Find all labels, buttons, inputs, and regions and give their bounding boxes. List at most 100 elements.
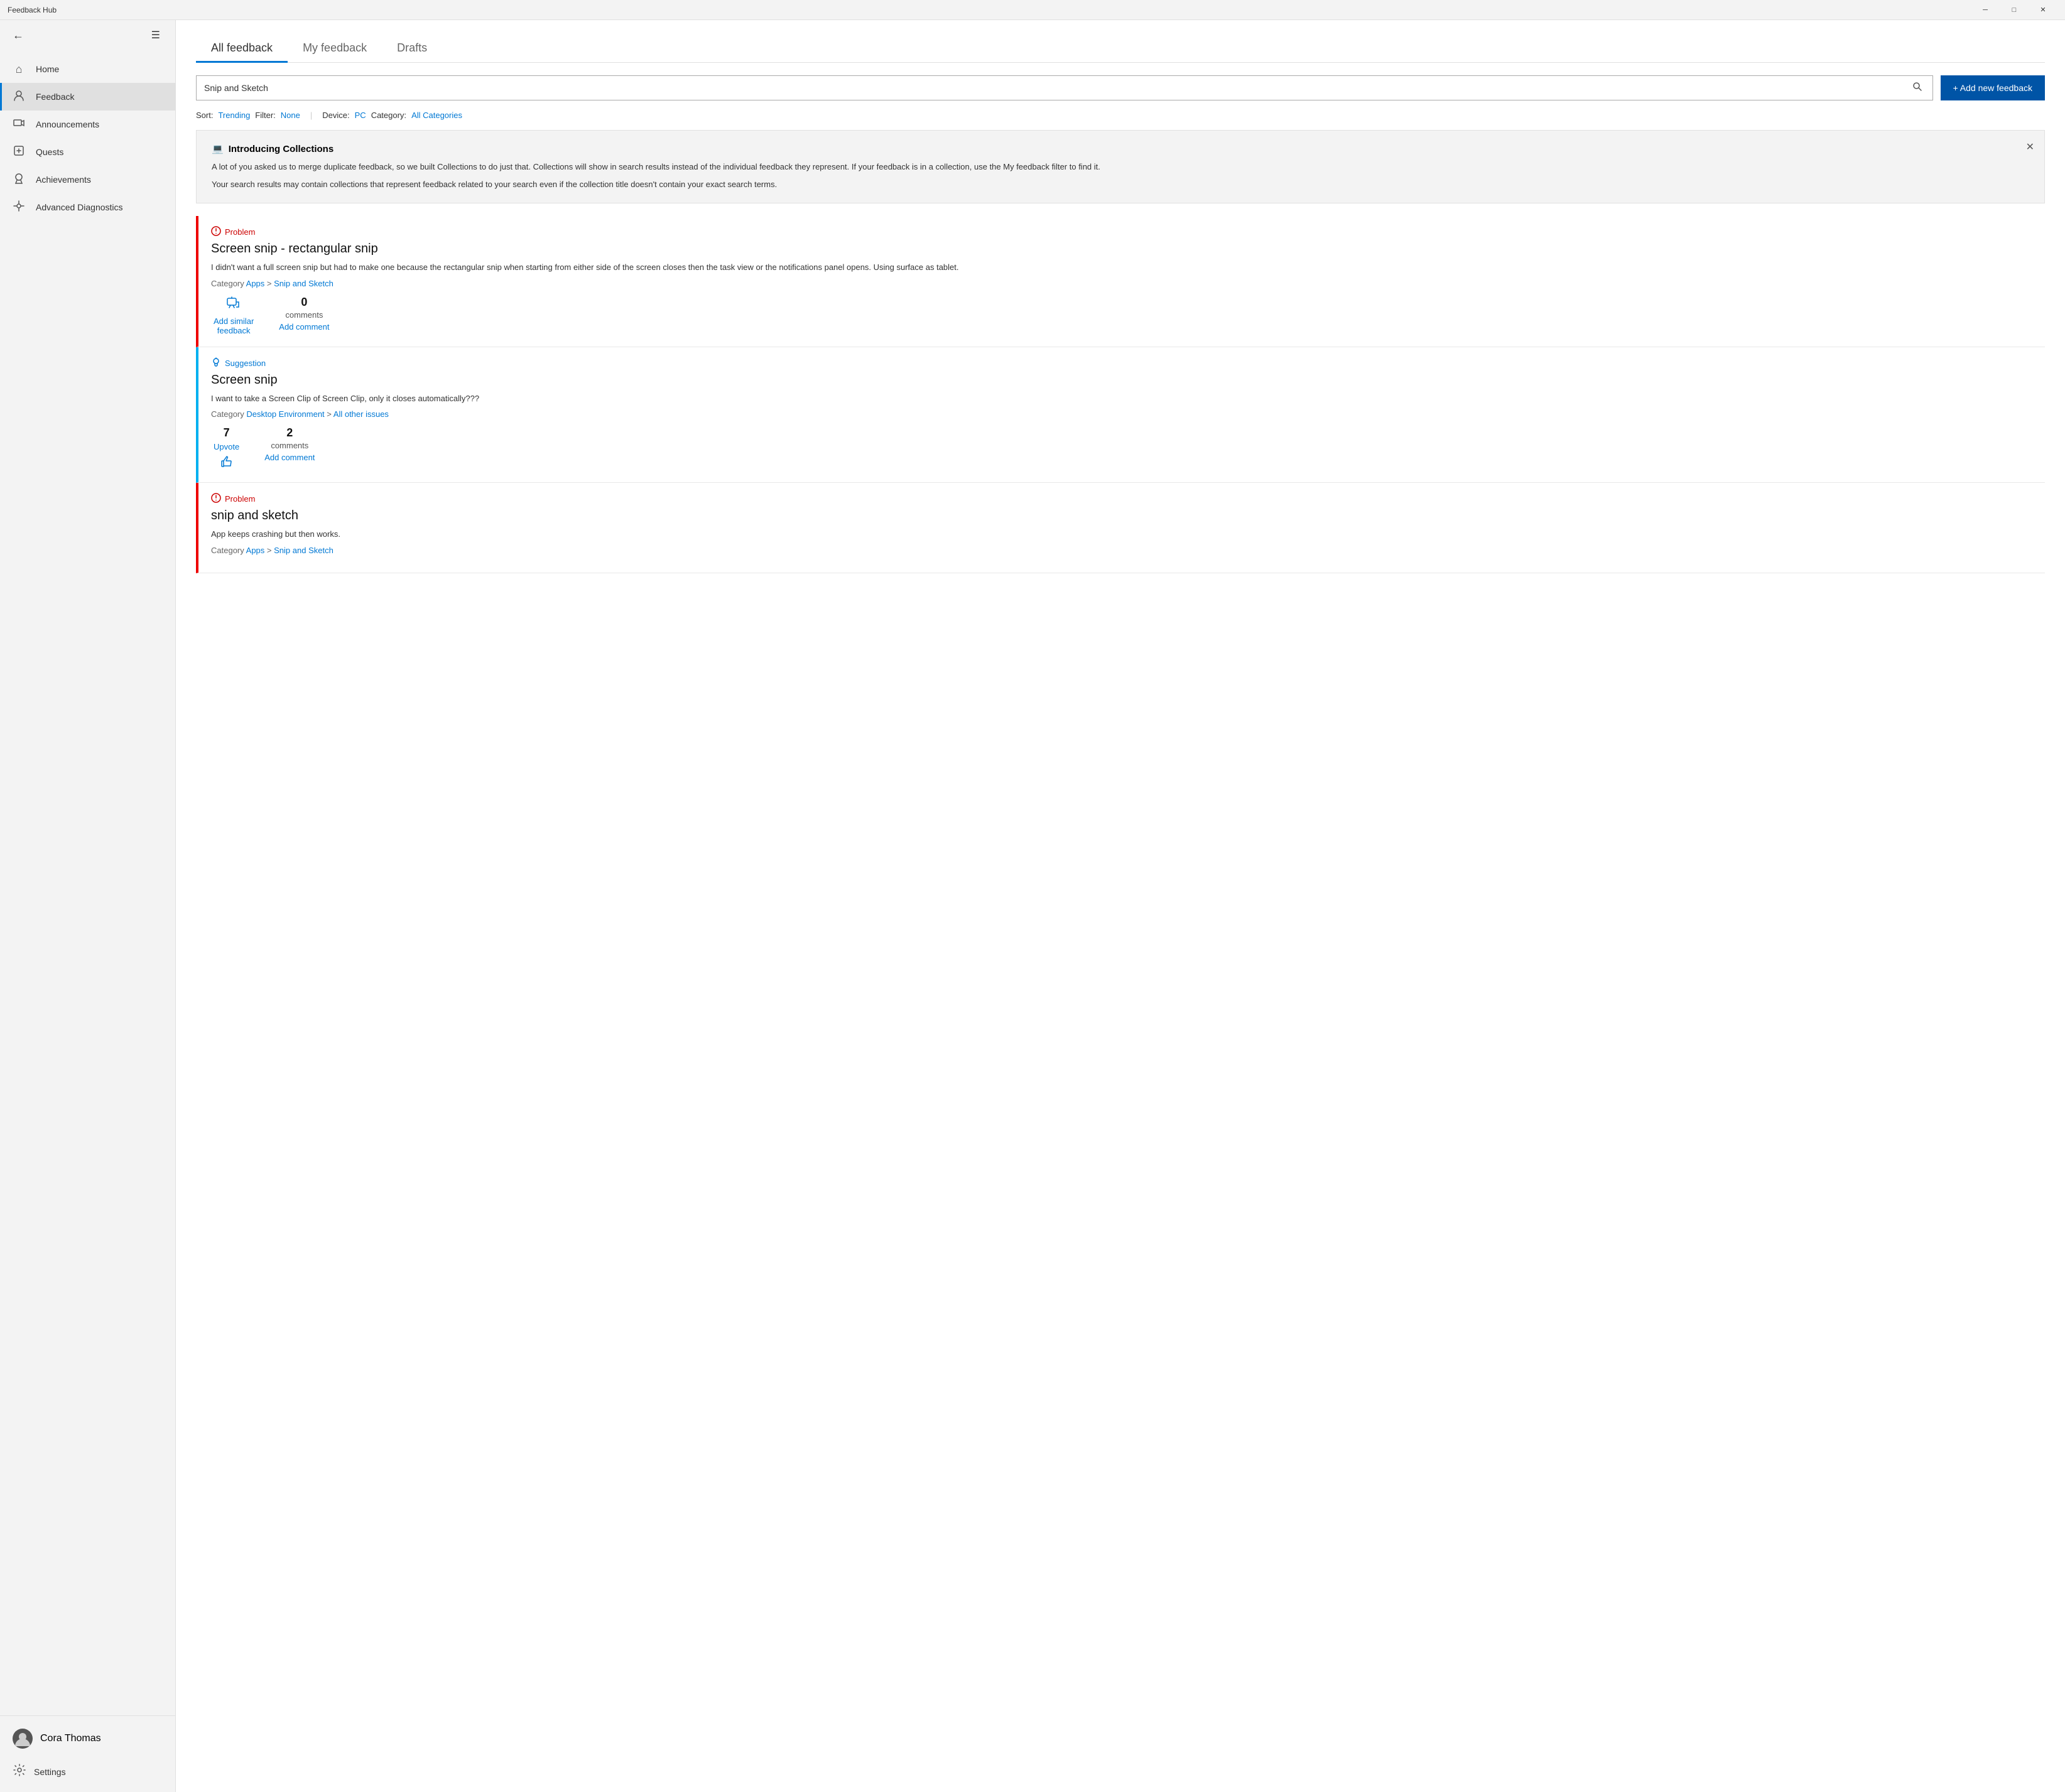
banner-close-button[interactable]: ✕ (2024, 138, 2037, 156)
category-secondary-2[interactable]: All other issues (333, 409, 389, 419)
comment-label-2: comments (271, 441, 308, 450)
category-value[interactable]: All Categories (411, 111, 462, 120)
sort-value[interactable]: Trending (218, 111, 250, 120)
achievements-icon (12, 172, 26, 188)
banner-icon: 💻 (212, 143, 224, 154)
tab-all-feedback[interactable]: All feedback (196, 35, 288, 63)
title-bar-text: Feedback Hub (8, 6, 1971, 14)
search-button[interactable] (1910, 79, 1925, 97)
category-prefix-1: Category (211, 279, 244, 288)
comment-count-2: 2 (286, 426, 293, 440)
problem-icon-3 (211, 493, 221, 505)
main-content: All feedback My feedback Drafts + Add ne… (176, 20, 2065, 1792)
quests-icon (12, 144, 26, 160)
category-secondary-1[interactable]: Snip and Sketch (274, 279, 333, 288)
sort-label: Sort: (196, 111, 213, 120)
category-sep-1: > (267, 279, 274, 288)
feedback-icon (12, 89, 26, 105)
filter-label: Filter: (255, 111, 276, 120)
feedback-title-3[interactable]: snip and sketch (211, 509, 2045, 523)
minimize-button[interactable]: ─ (1971, 0, 2000, 20)
category-label: Category: (371, 111, 406, 120)
feedback-type-1: Problem (211, 226, 2045, 238)
feedback-item-3: Problem snip and sketch App keeps crashi… (196, 483, 2045, 573)
feedback-type-2: Suggestion (211, 357, 2045, 369)
maximize-button[interactable]: □ (2000, 0, 2029, 20)
category-primary-1[interactable]: Apps (246, 279, 265, 288)
banner-body-2: Your search results may contain collecti… (212, 178, 2029, 191)
sidebar-item-announcements[interactable]: Announcements (0, 111, 175, 138)
category-primary-3[interactable]: Apps (246, 546, 265, 555)
info-banner: 💻 Introducing Collections A lot of you a… (196, 130, 2045, 203)
advanced-diagnostics-icon (12, 200, 26, 215)
filter-row: Sort: Trending Filter: None | Device: PC… (196, 111, 2045, 120)
comment-label-1: comments (285, 310, 323, 320)
search-row: + Add new feedback (196, 75, 2045, 100)
feedback-category-1: Category Apps > Snip and Sketch (211, 279, 2045, 288)
device-value[interactable]: PC (355, 111, 366, 120)
tabs-container: All feedback My feedback Drafts (196, 35, 2045, 63)
avatar (13, 1729, 33, 1749)
category-primary-2[interactable]: Desktop Environment (246, 409, 324, 419)
comment-group-2: 2 comments Add comment (262, 426, 317, 463)
sidebar-item-advanced-diagnostics[interactable]: Advanced Diagnostics (0, 193, 175, 221)
feedback-title-2[interactable]: Screen snip (211, 373, 2045, 387)
search-box (196, 75, 1933, 100)
problem-icon-1 (211, 226, 221, 238)
close-button[interactable]: ✕ (2029, 0, 2057, 20)
add-similar-button[interactable]: Add similarfeedback (211, 315, 256, 337)
add-comment-button-1[interactable]: Add comment (276, 321, 332, 333)
sidebar-item-home[interactable]: ⌂ Home (0, 55, 175, 83)
title-bar: Feedback Hub ─ □ ✕ (0, 0, 2065, 20)
back-button[interactable]: ← (10, 26, 26, 45)
user-name: Cora Thomas (40, 1733, 101, 1744)
upvote-icon (219, 454, 234, 472)
feedback-item-2: Suggestion Screen snip I want to take a … (196, 347, 2045, 483)
banner-body-1: A lot of you asked us to merge duplicate… (212, 161, 2029, 173)
comment-count-1: 0 (301, 296, 307, 309)
feedback-type-3: Problem (211, 493, 2045, 505)
settings-item[interactable]: Settings (10, 1761, 165, 1782)
sidebar-footer: Cora Thomas Settings (0, 1715, 175, 1792)
upvote-group: 7 Upvote (211, 426, 242, 472)
sidebar-item-announcements-label: Announcements (36, 119, 99, 129)
sidebar: ← ☰ ⌂ Home Feedback (0, 20, 176, 1792)
search-input[interactable] (204, 83, 1910, 93)
upvote-button[interactable]: Upvote (211, 441, 242, 453)
filter-value[interactable]: None (281, 111, 300, 120)
feedback-desc-3: App keeps crashing but then works. (211, 528, 2045, 541)
app-body: ← ☰ ⌂ Home Feedback (0, 20, 2065, 1792)
feedback-type-label-3: Problem (225, 494, 255, 504)
category-sep-3: > (267, 546, 274, 555)
filter-divider: | (310, 111, 312, 120)
add-new-feedback-button[interactable]: + Add new feedback (1941, 75, 2046, 100)
home-icon: ⌂ (12, 63, 26, 76)
feedback-type-label-1: Problem (225, 227, 255, 237)
settings-label: Settings (34, 1767, 66, 1777)
feedback-title-1[interactable]: Screen snip - rectangular snip (211, 242, 2045, 256)
tab-my-feedback[interactable]: My feedback (288, 35, 382, 63)
sidebar-nav: ⌂ Home Feedback (0, 50, 175, 1715)
hamburger-button[interactable]: ☰ (146, 26, 165, 44)
sidebar-item-feedback-label: Feedback (36, 92, 74, 102)
feedback-category-2: Category Desktop Environment > All other… (211, 409, 2045, 419)
tab-drafts[interactable]: Drafts (382, 35, 442, 63)
sidebar-item-quests[interactable]: Quests (0, 138, 175, 166)
announcements-icon (12, 117, 26, 132)
category-prefix-3: Category (211, 546, 244, 555)
add-comment-button-2[interactable]: Add comment (262, 451, 317, 463)
feedback-category-3: Category Apps > Snip and Sketch (211, 546, 2045, 555)
feedback-type-label-2: Suggestion (225, 359, 266, 368)
sidebar-top: ← ☰ (0, 20, 175, 50)
sidebar-item-achievements[interactable]: Achievements (0, 166, 175, 193)
category-sep-2: > (327, 409, 333, 419)
upvote-count: 7 (224, 426, 230, 440)
sidebar-item-home-label: Home (36, 64, 59, 74)
user-profile[interactable]: Cora Thomas (10, 1726, 165, 1751)
sidebar-item-quests-label: Quests (36, 147, 63, 157)
feedback-actions-2: 7 Upvote 2 comments Add comment (211, 426, 2045, 472)
sidebar-item-feedback[interactable]: Feedback (0, 83, 175, 111)
feedback-item-1: Problem Screen snip - rectangular snip I… (196, 216, 2045, 347)
category-secondary-3[interactable]: Snip and Sketch (274, 546, 333, 555)
sidebar-item-advanced-diagnostics-label: Advanced Diagnostics (36, 202, 123, 212)
